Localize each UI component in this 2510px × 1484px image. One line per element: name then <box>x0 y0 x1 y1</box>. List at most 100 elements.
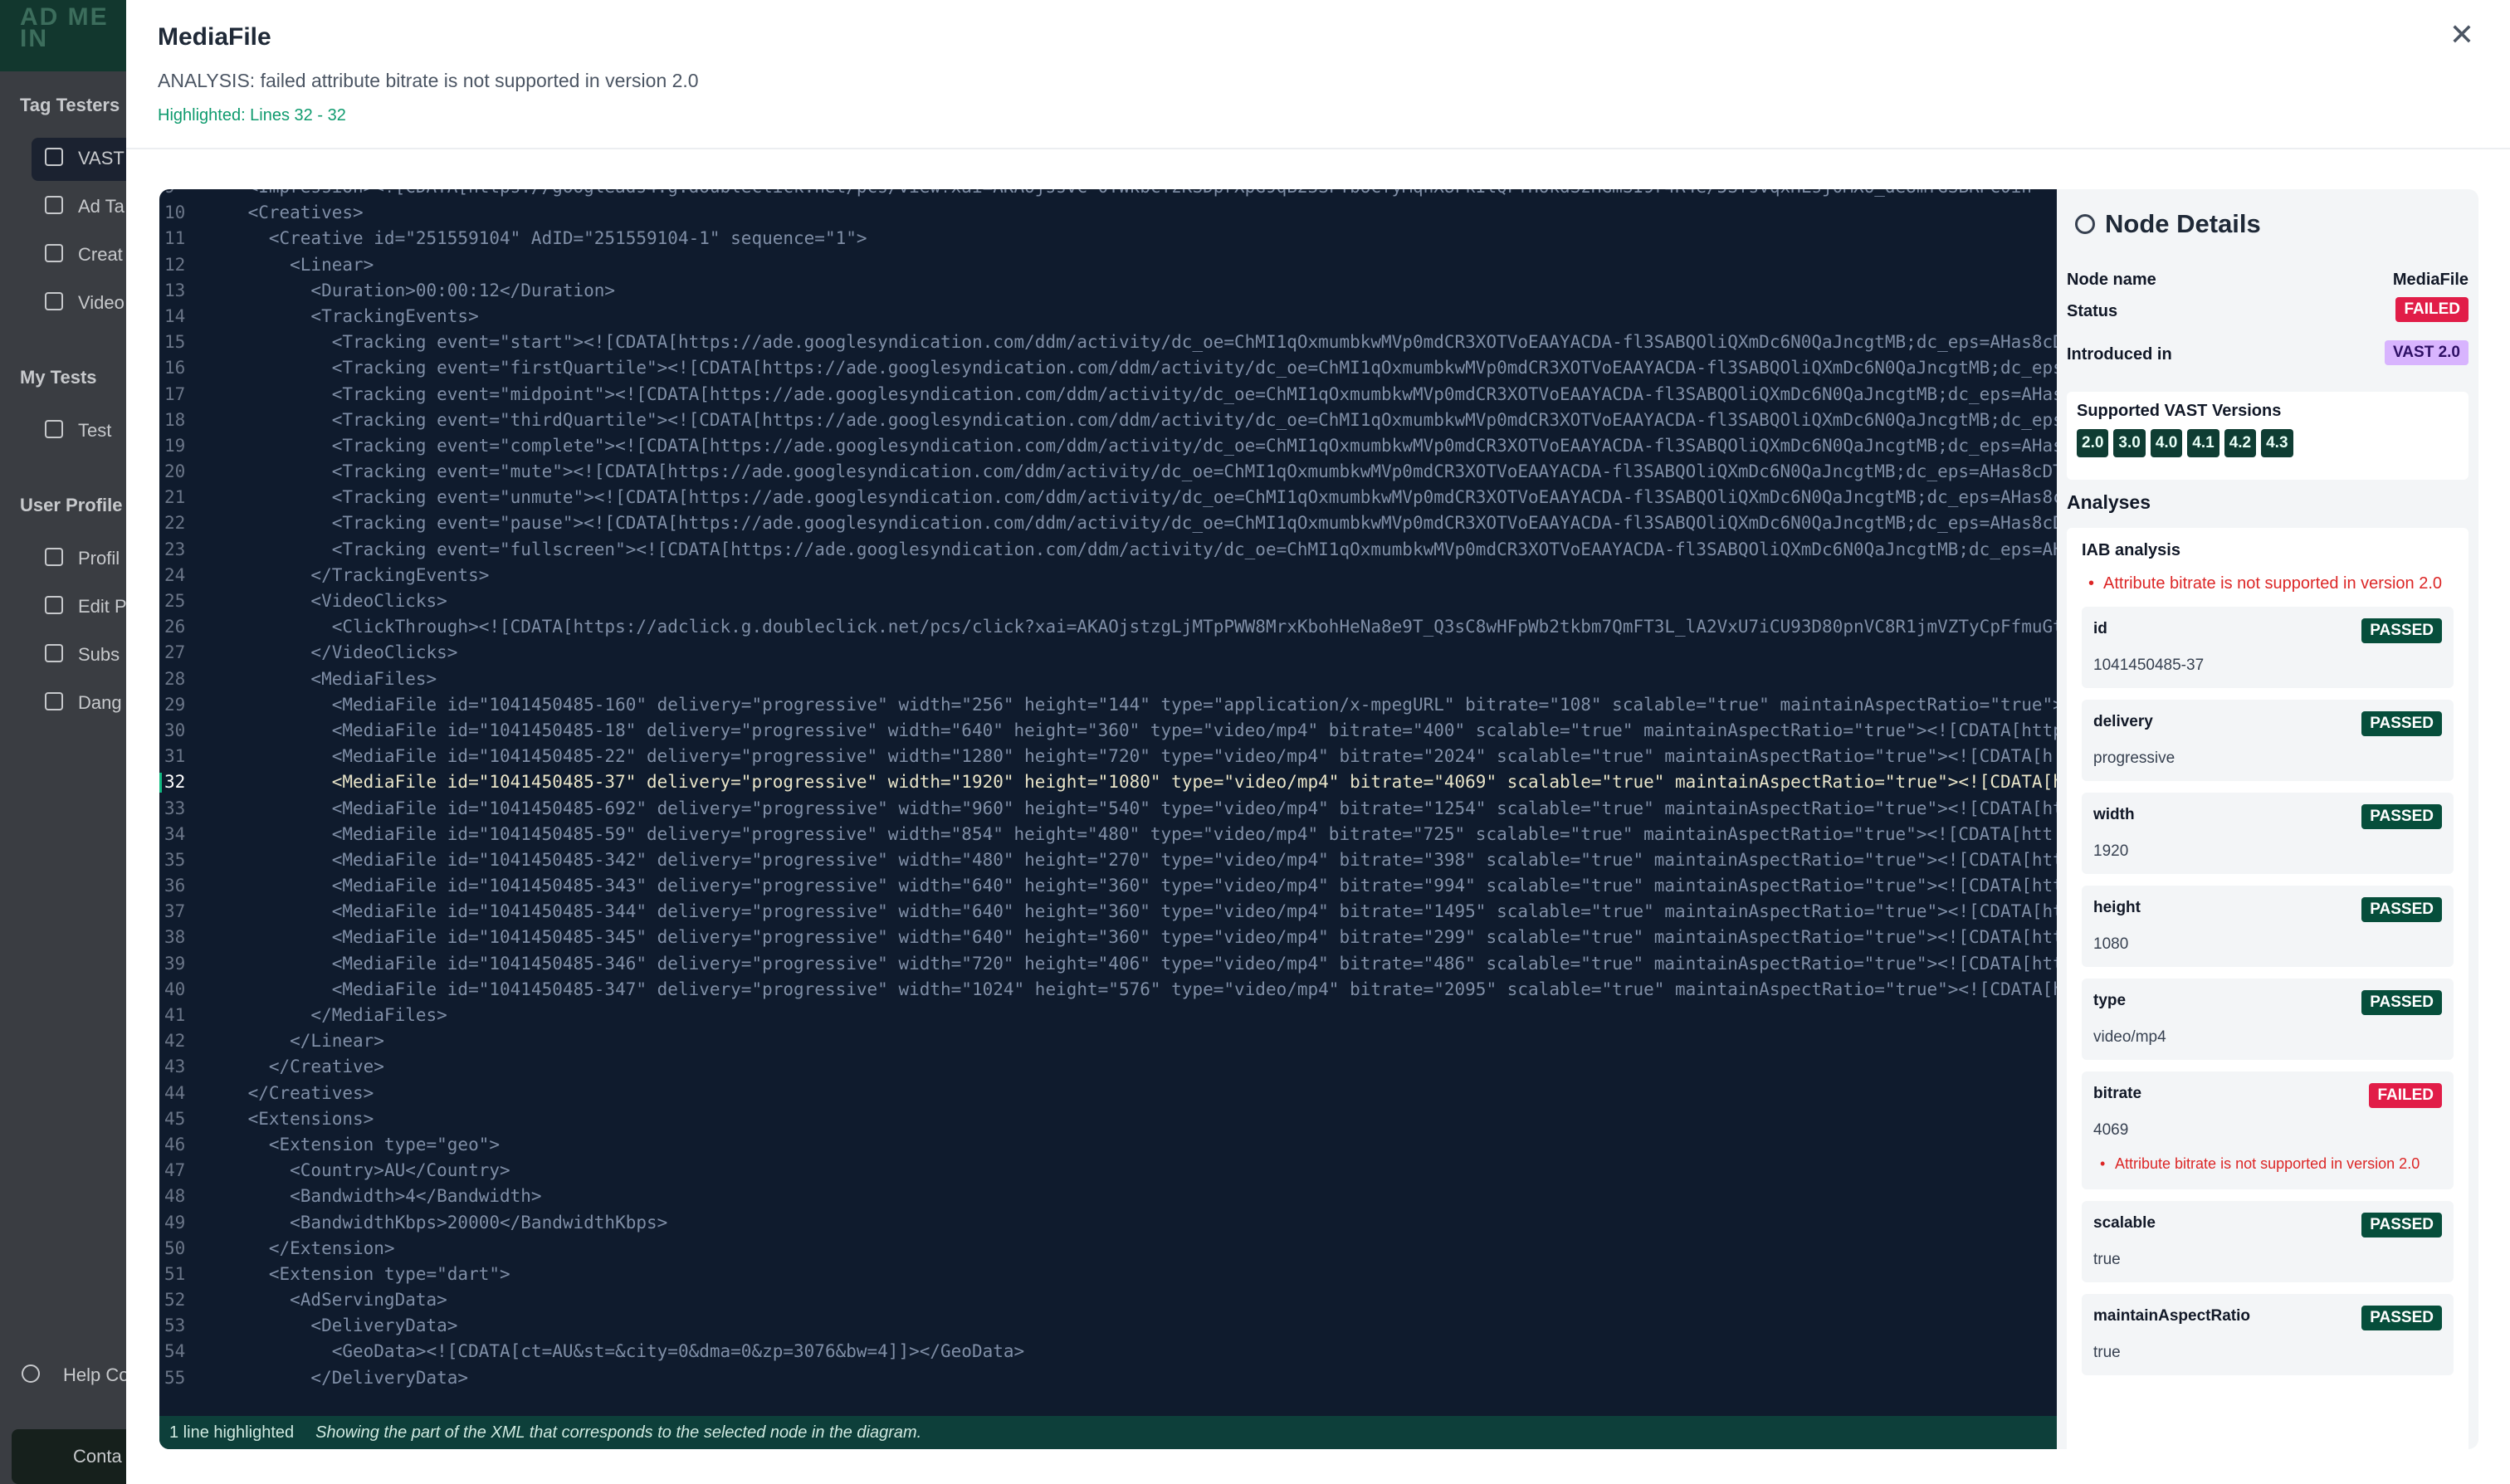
highlighted-lines: Highlighted: Lines 32 - 32 <box>158 106 346 124</box>
code-line: 51 <Extension type="dart"> <box>159 1262 2057 1287</box>
status-row: Status FAILED <box>2067 297 2468 322</box>
line-number: 9 <box>159 189 206 200</box>
line-text: <Tracking event="start"><![CDATA[https:/… <box>206 332 2057 353</box>
line-text: <Tracking event="pause"><![CDATA[https:/… <box>206 513 2057 534</box>
line-number: 53 <box>164 1316 186 1336</box>
code-line: 18 <Tracking event="thirdQuartile"><![CD… <box>159 408 2057 433</box>
line-text: <Impression><![CDATA[https://googleads4.… <box>206 189 2032 197</box>
nav-item-create[interactable]: Creat <box>78 244 123 266</box>
code-line: 16 <Tracking event="firstQuartile"><![CD… <box>159 355 2057 381</box>
line-number: 15 <box>164 332 186 353</box>
line-number: 19 <box>164 435 186 456</box>
line-number: 54 <box>164 1341 186 1362</box>
line-number: 55 <box>164 1367 186 1388</box>
line-text: <MediaFile id="1041450485-37" delivery="… <box>206 772 2057 793</box>
line-text: </Linear> <box>206 1031 384 1052</box>
node-name-value: MediaFile <box>2392 271 2468 289</box>
node-name-label: Node name <box>2067 271 2156 289</box>
line-number: 41 <box>164 1005 186 1025</box>
code-line: 23 <Tracking event="fullscreen"><![CDATA… <box>159 537 2057 563</box>
code-line: 22 <Tracking event="pause"><![CDATA[http… <box>159 510 2057 536</box>
version-badge: 4.2 <box>2224 429 2257 457</box>
line-number: 42 <box>164 1031 186 1052</box>
line-number: 48 <box>164 1186 186 1207</box>
video-icon <box>45 292 63 310</box>
nav-item-danger[interactable]: Dang <box>78 692 122 714</box>
code-lines: 9 <Impression><![CDATA[https://googleads… <box>159 189 2057 1391</box>
line-text: </Creatives> <box>206 1082 374 1103</box>
code-line: 55 </DeliveryData> <box>159 1365 2057 1391</box>
help-link[interactable]: Help Co <box>63 1364 129 1386</box>
line-text: <Tracking event="thirdQuartile"><![CDATA… <box>206 409 2057 430</box>
code-line: 37 <MediaFile id="1041450485-344" delive… <box>159 899 2057 925</box>
line-text: <Tracking event="midpoint"><![CDATA[http… <box>206 383 2057 404</box>
iab-analysis-error: Attribute bitrate is not supported in ve… <box>2082 572 2454 595</box>
attribute-value: 1041450485-37 <box>2093 657 2205 674</box>
code-line: 29 <MediaFile id="1041450485-160" delive… <box>159 692 2057 718</box>
line-number: 36 <box>164 876 186 896</box>
node-name-row: Node name MediaFile <box>2067 271 2468 290</box>
close-icon[interactable]: ✕ <box>2445 18 2478 51</box>
attribute-status-badge: PASSED <box>2361 1213 2442 1237</box>
attribute-list: id PASSED 1041450485-37 delivery PASSED progr… <box>2082 607 2454 1375</box>
attribute-value: progressive <box>2093 749 2175 767</box>
line-number: 37 <box>164 901 186 922</box>
node-details-panel: Node Details Node name MediaFile Status … <box>2057 189 2478 1449</box>
contact-label: Conta <box>73 1446 122 1467</box>
nav-item-subscription[interactable]: Subs <box>78 644 120 666</box>
line-number: 50 <box>164 1237 186 1258</box>
code-line: 15 <Tracking event="start"><![CDATA[http… <box>159 330 2057 355</box>
attribute-card: scalable PASSED true <box>2082 1201 2454 1282</box>
line-number: 11 <box>164 228 186 249</box>
code-line: 21 <Tracking event="unmute"><![CDATA[htt… <box>159 485 2057 510</box>
line-text: <MediaFiles> <box>206 668 437 689</box>
code-line: 14 <TrackingEvents> <box>159 304 2057 330</box>
line-number: 18 <box>164 409 186 430</box>
line-number: 14 <box>164 305 186 326</box>
version-badge: 2.0 <box>2077 429 2109 457</box>
code-line: 20 <Tracking event="mute"><![CDATA[https… <box>159 459 2057 485</box>
attribute-value: true <box>2093 1344 2121 1361</box>
line-number: 23 <box>164 539 186 559</box>
code-line: 53 <DeliveryData> <box>159 1313 2057 1339</box>
line-text: </MediaFiles> <box>206 1005 447 1025</box>
nav-item-vast[interactable]: VAST <box>78 148 125 169</box>
nav-item-edit-profile[interactable]: Edit P <box>78 596 127 618</box>
version-badge: 4.1 <box>2187 429 2219 457</box>
nav-item-ad-tag[interactable]: Ad Ta <box>78 196 125 217</box>
line-text: </VideoClicks> <box>206 642 458 663</box>
code-line: 11 <Creative id="251559104" AdID="251559… <box>159 226 2057 251</box>
user-icon <box>45 548 63 566</box>
nav-item-profile[interactable]: Profil <box>78 548 120 569</box>
contact-button[interactable]: Conta <box>12 1429 136 1484</box>
nav-item-video[interactable]: Video <box>78 292 125 314</box>
line-text: <MediaFile id="1041450485-342" delivery=… <box>206 849 2057 870</box>
attribute-card: type PASSED video/mp4 <box>2082 979 2454 1060</box>
code-line: 33 <MediaFile id="1041450485-692" delive… <box>159 796 2057 822</box>
line-text: <Extension type="dart"> <box>206 1263 510 1284</box>
edit-icon <box>45 596 63 614</box>
supported-versions-list: 2.0 3.0 4.0 4.1 4.2 4.3 <box>2077 429 2459 457</box>
app-logo: AD ME IN <box>0 0 133 71</box>
attribute-card: width PASSED 1920 <box>2082 793 2454 874</box>
code-line: 17 <Tracking event="midpoint"><![CDATA[h… <box>159 382 2057 408</box>
code-line: 28 <MediaFiles> <box>159 666 2057 692</box>
line-text: <Extensions> <box>206 1108 374 1129</box>
line-text: <Creatives> <box>206 203 364 223</box>
line-text: <MediaFile id="1041450485-346" delivery=… <box>206 953 2057 974</box>
code-line: 31 <MediaFile id="1041450485-22" deliver… <box>159 744 2057 769</box>
xml-code-viewer[interactable]: 9 <Impression><![CDATA[https://googleads… <box>159 189 2057 1449</box>
line-text: <Bandwidth>4</Bandwidth> <box>206 1186 542 1207</box>
list-icon <box>45 420 63 438</box>
attribute-status-badge: PASSED <box>2361 1306 2442 1330</box>
attribute-value: true <box>2093 1251 2121 1268</box>
line-text: <Tracking event="unmute"><![CDATA[https:… <box>206 487 2057 508</box>
code-line: 9 <Impression><![CDATA[https://googleads… <box>159 189 2057 200</box>
line-number: 44 <box>164 1082 186 1103</box>
attribute-card: delivery PASSED progressive <box>2082 700 2454 781</box>
line-number: 12 <box>164 254 186 275</box>
mediafile-modal: MediaFile ANALYSIS: failed attribute bit… <box>126 0 2510 1484</box>
line-number: 20 <box>164 461 186 482</box>
node-details-title: Node Details <box>2105 209 2261 238</box>
nav-item-test[interactable]: Test <box>78 420 111 442</box>
